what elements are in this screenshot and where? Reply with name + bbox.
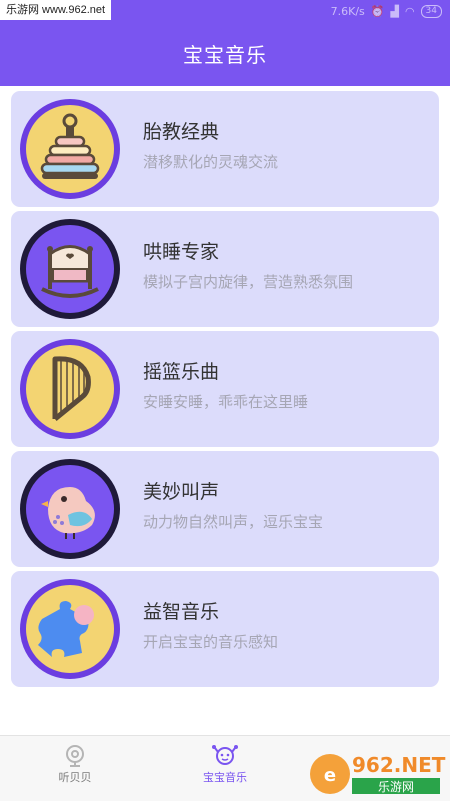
watermark-text: 乐游网 www.962.net [0, 0, 112, 20]
crib-icon [20, 219, 120, 319]
baby-music-icon [212, 745, 238, 765]
alarm-icon: ⏰ [370, 5, 385, 18]
card-subtitle: 开启宝宝的音乐感知 [143, 633, 279, 651]
category-card-sounds[interactable]: 美妙叫声 动力物自然叫声，逗乐宝宝 [11, 451, 439, 567]
card-title: 哄睡专家 [143, 241, 220, 263]
watermark-sub-text: 乐游网 [378, 780, 414, 794]
tab-label: 宝宝音乐 [203, 771, 247, 784]
puzzle-icon [20, 579, 120, 679]
category-card-puzzle[interactable]: 益智音乐 开启宝宝的音乐感知 [11, 571, 439, 687]
stacking-rings-icon [20, 99, 120, 199]
network-speed: 7.6K/s [330, 5, 365, 18]
watermark-logo: e 962.NET 乐游网 [306, 748, 446, 798]
status-bar: 乐游网 www.962.net 7.6K/s ⏰ ▟ ◠ 34 [0, 0, 450, 26]
card-title: 摇篮乐曲 [143, 361, 220, 383]
tab-baby-music[interactable]: 宝宝音乐 [165, 736, 285, 801]
watermark-graphic: e 962.NET 乐游网 [310, 753, 446, 794]
tab-label: 听贝贝 [58, 771, 92, 784]
card-title: 胎教经典 [143, 121, 220, 143]
status-indicators: 7.6K/s ⏰ ▟ ◠ 34 [331, 5, 442, 18]
page-title: 宝宝音乐 [0, 26, 450, 86]
bird-icon [20, 459, 120, 559]
harp-icon [20, 339, 120, 439]
svg-text:e: e [324, 765, 336, 786]
listen-icon [66, 745, 84, 767]
card-subtitle: 动力物自然叫声，逗乐宝宝 [143, 513, 324, 531]
watermark-logo-text: 962.NET [352, 753, 446, 777]
card-subtitle: 模拟子宫内旋律，营造熟悉氛围 [143, 273, 354, 291]
category-card-prenatal[interactable]: 胎教经典 潜移默化的灵魂交流 [11, 91, 439, 207]
card-title: 美妙叫声 [143, 481, 220, 503]
tab-listen[interactable]: 听贝贝 [15, 736, 135, 801]
card-subtitle: 安睡安睡，乖乖在这里睡 [143, 393, 309, 411]
card-subtitle: 潜移默化的灵魂交流 [143, 153, 279, 171]
category-card-sleep[interactable]: 哄睡专家 模拟子宫内旋律，营造熟悉氛围 [11, 211, 439, 327]
battery-indicator: 34 [420, 5, 442, 18]
card-title: 益智音乐 [143, 601, 220, 623]
signal-icon: ▟ [390, 5, 399, 18]
category-card-lullaby[interactable]: 摇篮乐曲 安睡安睡，乖乖在这里睡 [11, 331, 439, 447]
wifi-icon: ◠ [404, 5, 415, 18]
